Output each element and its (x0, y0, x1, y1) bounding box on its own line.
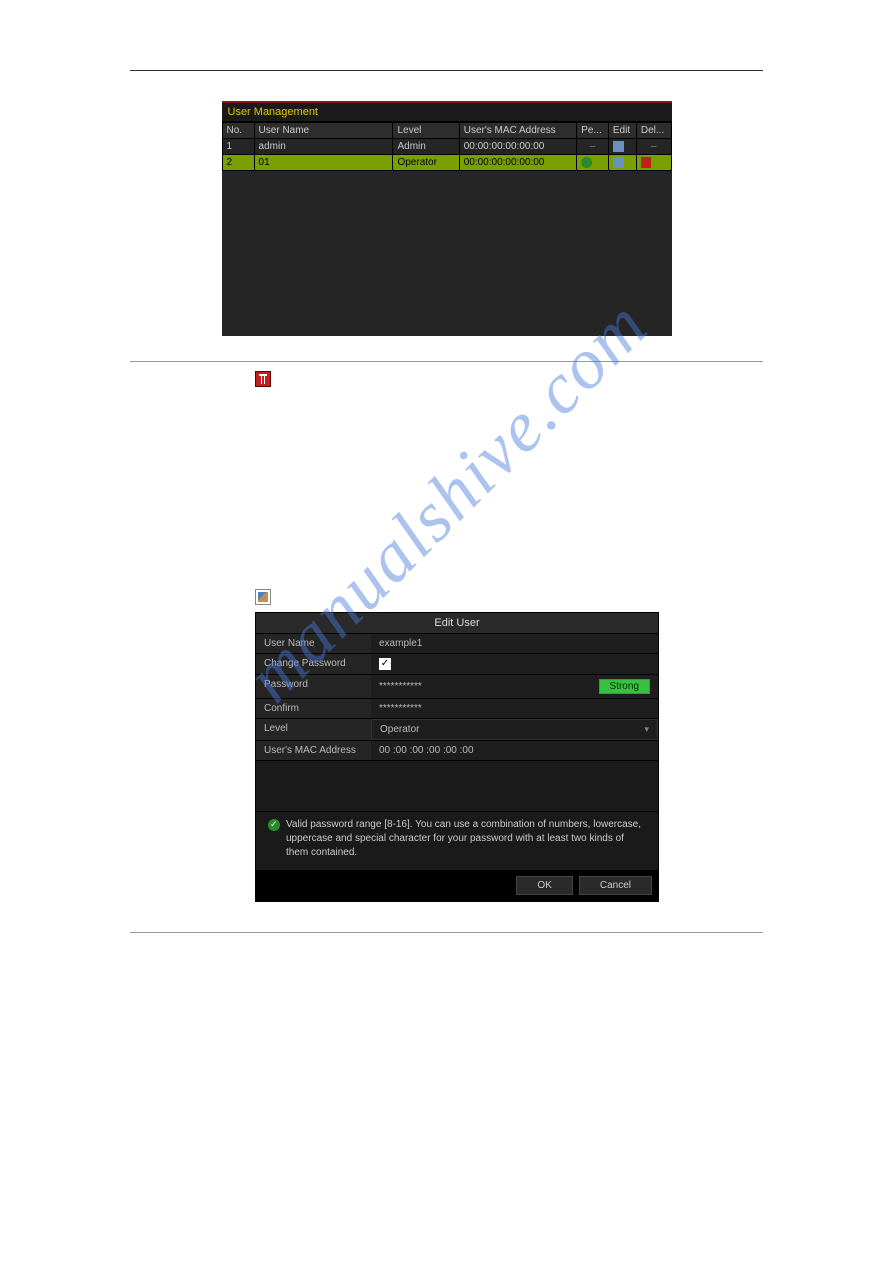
check-icon (268, 819, 280, 831)
label-level: Level (256, 719, 371, 740)
col-mac[interactable]: User's MAC Address (459, 123, 577, 139)
col-delete[interactable]: Del... (636, 123, 671, 139)
label-confirm: Confirm (256, 699, 371, 718)
table-row[interactable]: 1 admin Admin 00:00:00:00:00:00 – – (222, 139, 671, 155)
chevron-down-icon: ▾ (644, 724, 649, 735)
edit-icon[interactable] (613, 157, 624, 168)
table-row[interactable]: 2 01 Operator 00:00:00:00:00:00 (222, 155, 671, 171)
cell-user: 01 (254, 155, 393, 171)
col-edit[interactable]: Edit (608, 123, 636, 139)
label-username: User Name (256, 634, 371, 653)
cell-no: 1 (222, 139, 254, 155)
col-permission[interactable]: Pe... (577, 123, 609, 139)
value-username[interactable]: example1 (371, 634, 658, 653)
cell-perm[interactable] (577, 155, 609, 171)
label-changepw: Change Password (256, 654, 371, 674)
checkbox-changepw[interactable]: ✓ (371, 654, 658, 674)
table-empty-area (222, 171, 672, 336)
edit-user-screenshot: Edit User User Name example1 Change Pass… (255, 612, 659, 902)
cancel-button[interactable]: Cancel (579, 876, 652, 895)
top-rule (130, 70, 763, 71)
cell-del: – (636, 139, 671, 155)
level-select[interactable]: Operator ▾ (371, 719, 658, 740)
cell-del[interactable] (636, 155, 671, 171)
divider (130, 932, 763, 933)
dialog-title: Edit User (256, 613, 658, 634)
edit-icon[interactable] (613, 141, 624, 152)
col-no[interactable]: No. (222, 123, 254, 139)
dialog-spacer (256, 761, 658, 811)
cell-edit[interactable] (608, 155, 636, 171)
level-value: Operator (380, 724, 419, 735)
cell-no: 2 (222, 155, 254, 171)
trash-icon (255, 371, 271, 387)
col-username[interactable]: User Name (254, 123, 393, 139)
password-field[interactable]: *********** Strong (371, 675, 658, 698)
cell-user: admin (254, 139, 393, 155)
mac-field[interactable]: 00 :00 :00 :00 :00 :00 (371, 741, 658, 760)
panel-title: User Management (222, 103, 672, 122)
cell-level: Operator (393, 155, 459, 171)
strength-badge: Strong (599, 679, 650, 694)
password-value: *********** (379, 681, 422, 692)
cell-mac: 00:00:00:00:00:00 (459, 139, 577, 155)
cell-mac: 00:00:00:00:00:00 (459, 155, 577, 171)
label-mac: User's MAC Address (256, 741, 371, 760)
checkbox-icon[interactable]: ✓ (379, 658, 391, 670)
cell-edit[interactable] (608, 139, 636, 155)
label-password: Password (256, 675, 371, 698)
hint-text: Valid password range [8-16]. You can use… (286, 818, 646, 860)
cell-perm: – (577, 139, 609, 155)
password-hint: Valid password range [8-16]. You can use… (256, 811, 658, 870)
check-icon[interactable] (581, 157, 592, 168)
ok-button[interactable]: OK (516, 876, 572, 895)
user-table: No. User Name Level User's MAC Address P… (222, 122, 672, 171)
divider (130, 361, 763, 362)
confirm-field[interactable]: *********** (371, 699, 658, 718)
col-level[interactable]: Level (393, 123, 459, 139)
trash-icon[interactable] (641, 157, 651, 168)
edit-icon (255, 589, 271, 605)
user-management-screenshot: User Management No. User Name Level User… (222, 101, 672, 336)
cell-level: Admin (393, 139, 459, 155)
